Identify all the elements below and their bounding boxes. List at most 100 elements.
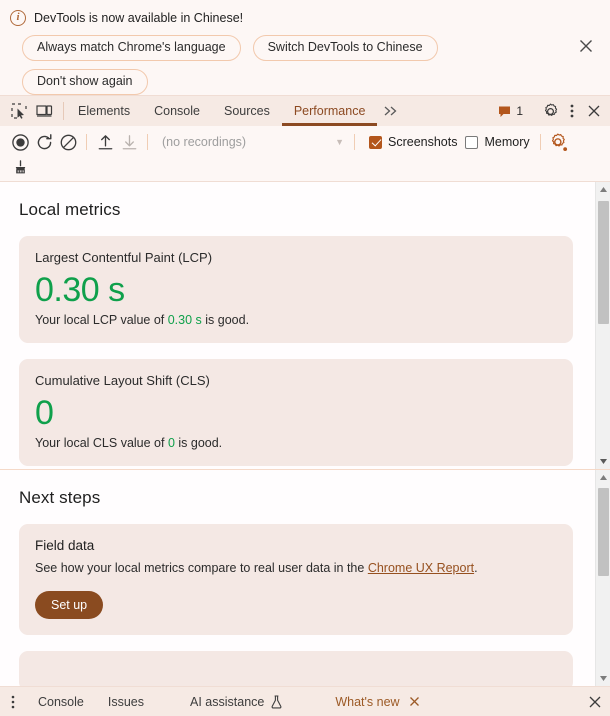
tab-console[interactable]: Console xyxy=(142,96,212,126)
drawer-tabbar: Console Issues AI assistance What's new xyxy=(0,686,610,716)
devtools-tabbar: Elements Console Sources Performance 1 xyxy=(0,96,610,126)
next-steps-pane: Next steps Field data See how your local… xyxy=(0,470,610,686)
tab-performance[interactable]: Performance xyxy=(281,96,378,126)
field-data-heading: Field data xyxy=(35,538,95,553)
drawer-tab-whats-new-label: What's new xyxy=(335,694,400,709)
dont-show-again-button[interactable]: Don't show again xyxy=(22,69,148,95)
language-notification-banner: i DevTools is now available in Chinese! … xyxy=(0,0,610,96)
banner-title: DevTools is now available in Chinese! xyxy=(34,11,244,25)
capture-settings-gear-icon[interactable] xyxy=(547,130,571,154)
tabbar-right-icons: 1 xyxy=(490,96,610,126)
next-steps-body: Next steps Field data See how your local… xyxy=(0,470,595,686)
performance-toolbar-row-1: (no recordings) ▼ Screenshots Memory xyxy=(8,129,604,155)
next-steps-title: Next steps xyxy=(19,488,101,507)
next-steps-scrollbar[interactable] xyxy=(595,470,610,686)
scroll-up-arrow-icon[interactable] xyxy=(595,182,610,197)
drawer-tab-ai-assistance[interactable]: AI assistance xyxy=(178,687,295,716)
toolbar-divider-2 xyxy=(147,134,148,150)
scroll-down-arrow-icon-2[interactable] xyxy=(595,671,610,686)
lcp-desc-pre: Your local LCP value of xyxy=(35,313,168,327)
drawer-tab-console-label: Console xyxy=(38,694,84,709)
panel-tabs: Elements Console Sources Performance xyxy=(66,96,490,126)
banner-title-row: i DevTools is now available in Chinese! xyxy=(10,10,598,26)
caret-down-icon: ▼ xyxy=(335,137,344,147)
local-metrics-pane: Local metrics Largest Contentful Paint (… xyxy=(0,182,610,470)
drawer-close-icon[interactable] xyxy=(580,687,610,716)
inspect-element-icon[interactable] xyxy=(9,101,29,121)
next-steps-secondary-card xyxy=(19,651,573,686)
record-circle-icon[interactable] xyxy=(8,130,32,154)
next-steps-scroll-thumb[interactable] xyxy=(597,488,609,576)
memory-checkbox-box xyxy=(465,135,479,149)
lcp-value: 0.30 s xyxy=(35,271,125,309)
cls-desc-pre: Your local CLS value of xyxy=(35,436,168,450)
scroll-up-arrow-icon-2[interactable] xyxy=(595,470,610,485)
issues-count: 1 xyxy=(516,104,523,118)
flask-icon xyxy=(270,694,283,709)
recordings-select-value: (no recordings) xyxy=(162,135,247,149)
upload-profile-icon[interactable] xyxy=(93,130,117,154)
always-match-language-button[interactable]: Always match Chrome's language xyxy=(22,35,241,61)
tab-elements[interactable]: Elements xyxy=(66,96,142,126)
issues-flag-icon xyxy=(498,105,511,118)
memory-checkbox[interactable]: Memory xyxy=(465,135,530,149)
toolbar-divider-4 xyxy=(539,134,541,150)
local-metrics-title: Local metrics xyxy=(19,200,121,219)
chevron-double-right-icon[interactable] xyxy=(377,96,405,126)
toolbar-divider-1 xyxy=(86,134,87,150)
tabbar-divider xyxy=(63,102,64,120)
field-data-card: Field data See how your local metrics co… xyxy=(19,524,573,635)
switch-to-chinese-button[interactable]: Switch DevTools to Chinese xyxy=(252,35,438,61)
reload-and-record-icon[interactable] xyxy=(32,130,56,154)
cls-desc-post: is good. xyxy=(174,436,223,450)
drawer-kebab-menu-icon[interactable] xyxy=(0,687,26,716)
cls-description: Your local CLS value of 0 is good. xyxy=(35,436,557,450)
drawer-tab-issues-label: Issues xyxy=(107,694,145,709)
performance-main: Local metrics Largest Contentful Paint (… xyxy=(0,182,610,686)
banner-close-icon[interactable] xyxy=(576,36,596,56)
lcp-desc-value: 0.30 s xyxy=(167,313,202,327)
memory-label: Memory xyxy=(484,135,530,149)
set-up-button[interactable]: Set up xyxy=(35,591,104,619)
screenshots-checkbox-box xyxy=(369,135,382,149)
banner-actions: Always match Chrome's language Switch De… xyxy=(10,35,550,95)
devtools-close-icon[interactable] xyxy=(584,101,604,121)
screenshots-label: Screenshots xyxy=(388,135,458,149)
info-circle-icon: i xyxy=(10,10,26,26)
scroll-down-arrow-icon[interactable] xyxy=(595,454,610,469)
chrome-ux-report-link[interactable]: Chrome UX Report xyxy=(368,561,474,575)
lcp-card-title: Largest Contentful Paint (LCP) xyxy=(35,250,213,265)
performance-toolbar: (no recordings) ▼ Screenshots Memory xyxy=(0,126,610,182)
local-metrics-scroll-thumb[interactable] xyxy=(597,201,609,324)
local-metrics-body: Local metrics Largest Contentful Paint (… xyxy=(0,182,595,469)
drawer-tab-issues[interactable]: Issues xyxy=(96,687,156,716)
lcp-metric-card: Largest Contentful Paint (LCP) 0.30 s Yo… xyxy=(19,236,573,343)
cls-desc-value: 0 xyxy=(167,436,175,450)
download-profile-icon xyxy=(117,130,141,154)
field-data-text-pre: See how your local metrics compare to re… xyxy=(35,561,368,575)
device-toolbar-icon[interactable] xyxy=(34,101,54,121)
drawer-tab-whats-new[interactable]: What's new xyxy=(323,687,433,716)
local-metrics-scrollbar[interactable] xyxy=(595,182,610,469)
recordings-select[interactable]: (no recordings) ▼ xyxy=(158,133,348,151)
cls-metric-card: Cumulative Layout Shift (CLS) 0 Your loc… xyxy=(19,359,573,466)
drawer-tab-console[interactable]: Console xyxy=(26,687,96,716)
performance-toolbar-row-2 xyxy=(8,155,604,181)
clear-no-entry-icon[interactable] xyxy=(56,130,80,154)
issues-counter[interactable]: 1 xyxy=(490,104,531,118)
lcp-desc-post: is good. xyxy=(201,313,250,327)
next-steps-scroll-track[interactable] xyxy=(596,485,610,671)
local-metrics-scroll-track[interactable] xyxy=(596,197,610,454)
gear-icon[interactable] xyxy=(540,101,560,121)
toolbar-divider-3 xyxy=(354,134,355,150)
screenshots-checkbox[interactable]: Screenshots xyxy=(369,135,457,149)
broom-clear-icon[interactable] xyxy=(8,156,32,180)
drawer-tab-whats-new-close-icon[interactable] xyxy=(408,695,422,709)
cls-card-title: Cumulative Layout Shift (CLS) xyxy=(35,373,210,388)
tab-sources[interactable]: Sources xyxy=(212,96,282,126)
field-data-text: See how your local metrics compare to re… xyxy=(35,559,557,577)
lcp-description: Your local LCP value of 0.30 s is good. xyxy=(35,313,557,327)
tabbar-left-icons xyxy=(0,96,61,126)
field-data-text-post: . xyxy=(474,561,478,575)
kebab-menu-icon[interactable] xyxy=(562,101,582,121)
